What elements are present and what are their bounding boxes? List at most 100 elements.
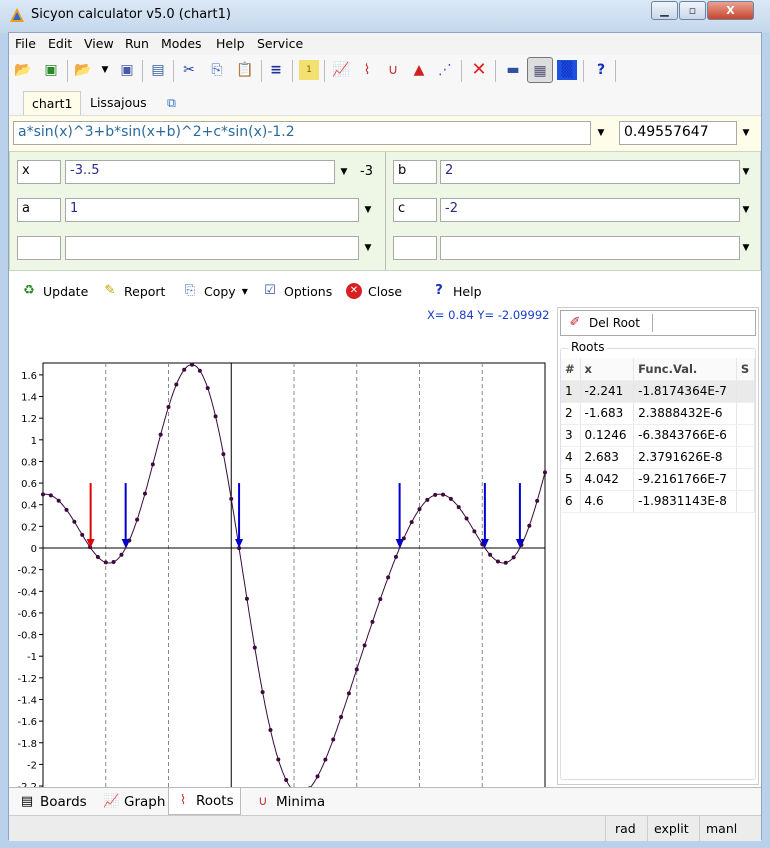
close-window-button[interactable]: X — [707, 1, 754, 20]
column-header-s[interactable]: S — [736, 358, 756, 381]
tab-graph[interactable]: 📈 Graph — [97, 790, 171, 814]
help-icon[interactable]: ? — [591, 60, 611, 80]
formula-input[interactable]: a*sin(x)^3+b*sin(x+b)^2+c*sin(x)-1.2 — [13, 121, 591, 145]
minima-icon[interactable]: ∪ — [383, 60, 403, 80]
param-empty-2-dropdown-icon[interactable]: ▼ — [740, 243, 752, 253]
roots-chart[interactable]: -3-2-1012345-2.2-2-1.8-1.6-1.4-1.2-1-0.8… — [9, 325, 557, 787]
graph-icon: 📈 — [103, 794, 120, 809]
menu-run[interactable]: Run — [125, 36, 149, 51]
scatter-icon[interactable]: ⋰ — [435, 60, 455, 80]
column-header-index[interactable]: # — [561, 358, 581, 381]
param-c-dropdown-icon[interactable]: ▼ — [740, 205, 752, 215]
table-row[interactable]: 5 4.042 -9.2161766E-7 — [561, 468, 756, 491]
param-name-x[interactable]: x — [17, 160, 61, 184]
param-empty-1-dropdown-icon[interactable]: ▼ — [362, 243, 374, 253]
cell-s — [736, 424, 756, 447]
y-tick-label: 0 — [31, 544, 37, 555]
new-tab-icon[interactable]: ⧉ — [159, 91, 184, 115]
param-x-dropdown-icon[interactable]: ▼ — [338, 167, 350, 177]
data-point — [409, 520, 414, 525]
update-button[interactable]: ♻ Update — [21, 283, 88, 299]
param-name-b[interactable]: b — [393, 160, 437, 184]
ruler-icon[interactable]: 1 — [299, 60, 319, 80]
table-row[interactable]: 1 -2.241 -1.8174364E-7 — [561, 380, 756, 403]
param-a-dropdown-icon[interactable]: ▼ — [362, 205, 374, 215]
boards-icon[interactable]: ▤ — [148, 60, 168, 80]
cell-x: 4.042 — [580, 468, 635, 491]
cell-x: -1.683 — [580, 402, 635, 425]
column-header-func-val[interactable]: Func.Val. — [633, 358, 737, 381]
tab-boards[interactable]: ▤ Boards — [13, 790, 93, 814]
calculator-icon[interactable]: ▦ — [527, 57, 553, 83]
result-field[interactable]: 0.49557647 — [619, 121, 737, 145]
result-dropdown-icon[interactable]: ▼ — [740, 128, 752, 138]
tab-lissajous[interactable]: Lissajous — [82, 91, 155, 115]
help-label: Help — [453, 283, 482, 299]
tab-minima-label: Minima — [276, 794, 326, 810]
y-tick-label: 1 — [31, 436, 37, 447]
param-name-a[interactable]: a — [17, 198, 61, 222]
chevron-down-icon[interactable]: ▼ — [242, 287, 248, 296]
copy-icon[interactable]: ⎘ — [207, 60, 227, 80]
data-point — [158, 432, 163, 437]
menu-help[interactable]: Help — [216, 36, 245, 51]
data-point — [370, 619, 375, 624]
matrix-icon[interactable]: ▒ — [557, 60, 577, 80]
param-name-c[interactable]: c — [393, 198, 437, 222]
data-point — [80, 532, 85, 537]
update-label: Update — [43, 283, 89, 299]
paste-icon[interactable]: 📋 — [235, 60, 255, 80]
menu-service[interactable]: Service — [257, 36, 303, 51]
table-row[interactable]: 2 -1.683 2.3888432E-6 — [561, 402, 756, 425]
table-row[interactable]: 4 2.683 2.3791626E-8 — [561, 446, 756, 469]
del-root-button[interactable]: ✐ Del Root — [560, 310, 756, 336]
close-button[interactable]: ✕ Close — [346, 283, 402, 299]
minimize-button[interactable]: ▁ — [651, 1, 678, 20]
graph-icon[interactable]: 📈 — [331, 60, 351, 80]
param-value-b[interactable]: 2 — [440, 160, 740, 184]
tab-roots[interactable]: ⌇ Roots — [168, 788, 241, 815]
param-x-current: -3 — [360, 164, 373, 179]
cell-index: 4 — [561, 446, 581, 469]
param-name-empty-1[interactable] — [17, 236, 61, 260]
param-value-c[interactable]: -2 — [440, 198, 740, 222]
cut-icon[interactable]: ✂ — [179, 60, 199, 80]
help-button[interactable]: ? Help — [431, 283, 482, 299]
formula-dropdown-icon[interactable]: ▼ — [595, 128, 607, 138]
y-tick-label: 1.2 — [21, 414, 37, 425]
delete-icon[interactable]: ✕ — [469, 60, 489, 80]
menu-view[interactable]: View — [84, 36, 114, 51]
column-header-x[interactable]: x — [580, 358, 635, 381]
report-button[interactable]: ✎ Report — [102, 283, 166, 299]
options-button[interactable]: ☑ Options — [262, 283, 332, 299]
data-point — [229, 496, 234, 501]
y-tick-label: -1.2 — [17, 674, 37, 685]
menu-file[interactable]: File — [15, 36, 36, 51]
tab-chart1[interactable]: chart1 — [23, 91, 82, 115]
open-icon[interactable]: 📂 — [13, 60, 33, 80]
maximize-button[interactable]: ▫ — [679, 1, 706, 20]
roots-icon[interactable]: ⌇ — [357, 60, 377, 80]
param-value-empty-2[interactable] — [440, 236, 740, 260]
table-row[interactable]: 3 0.1246 -6.3843766E-6 — [561, 424, 756, 447]
data-point — [95, 554, 100, 559]
open-recent-icon[interactable]: 📂 — [73, 60, 93, 80]
menu-modes[interactable]: Modes — [161, 36, 202, 51]
data-point — [111, 559, 116, 564]
param-name-empty-2[interactable] — [393, 236, 437, 260]
cell-index: 2 — [561, 402, 581, 425]
param-value-empty-1[interactable] — [65, 236, 359, 260]
param-b-dropdown-icon[interactable]: ▼ — [740, 167, 752, 177]
integral-icon[interactable]: ▲ — [409, 60, 429, 80]
table-row[interactable]: 6 4.6 -1.9831143E-8 — [561, 490, 756, 513]
param-value-x[interactable]: -3..5 — [65, 160, 335, 184]
menu-edit[interactable]: Edit — [48, 36, 72, 51]
save-as-icon[interactable]: ▣ — [117, 60, 137, 80]
param-value-a[interactable]: 1 — [65, 198, 359, 222]
lines-icon[interactable]: ≡ — [266, 60, 286, 80]
chevron-down-icon[interactable]: ▼ — [95, 60, 115, 80]
bar-icon[interactable]: ▬ — [503, 60, 523, 80]
save-icon[interactable]: ▣ — [41, 60, 61, 80]
copy-button[interactable]: ⎘ Copy ▼ — [182, 283, 248, 299]
tab-minima[interactable]: ∪ Minima — [249, 790, 331, 814]
